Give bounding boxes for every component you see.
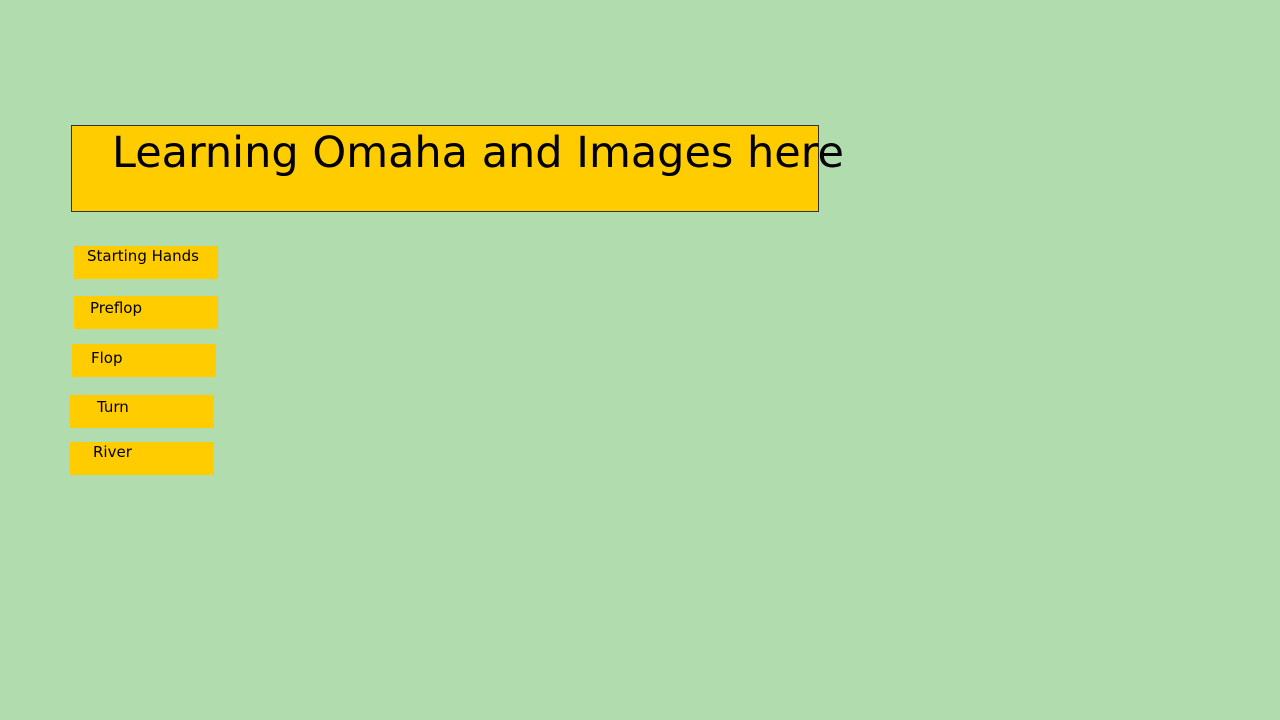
flop-label: Flop	[91, 349, 123, 367]
preflop-label: Preflop	[90, 299, 142, 317]
title-banner: Learning Omaha and Images here	[71, 125, 844, 212]
flop-button[interactable]: Flop	[72, 344, 216, 377]
preflop-button[interactable]: Preflop	[74, 296, 218, 329]
river-label: River	[93, 443, 132, 461]
turn-label: Turn	[97, 398, 129, 416]
starting-hands-button[interactable]: Starting Hands	[74, 246, 218, 279]
slide-title: Learning Omaha and Images here	[112, 128, 844, 178]
starting-hands-label: Starting Hands	[87, 247, 199, 265]
turn-button[interactable]: Turn	[70, 395, 214, 428]
slide-canvas: Learning Omaha and Images here Starting …	[0, 0, 1280, 720]
river-button[interactable]: River	[70, 442, 214, 475]
